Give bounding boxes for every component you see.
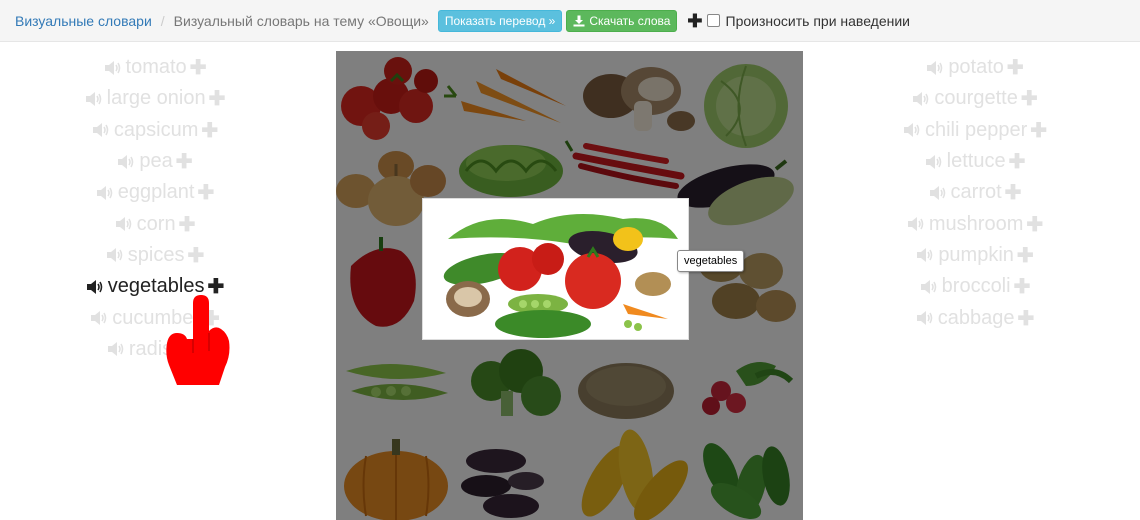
word-item[interactable]: pea ✚ [0,146,310,177]
word-label[interactable]: spices [128,244,185,267]
add-word-plus-icon[interactable]: ✚ [1007,55,1024,80]
add-word-plus-icon[interactable]: ✚ [1014,274,1031,299]
word-item[interactable]: broccoli ✚ [825,271,1125,302]
word-item[interactable]: corn ✚ [0,208,310,239]
add-all-plus-icon[interactable]: ✚ [687,12,702,30]
speaker-icon[interactable] [916,247,934,263]
word-label[interactable]: potato [948,56,1004,79]
word-item[interactable]: potato ✚ [825,52,1125,83]
speaker-icon[interactable] [117,154,135,170]
breadcrumb-root-link[interactable]: Визуальные словари [15,13,152,29]
speaker-icon[interactable] [104,60,122,76]
add-word-plus-icon[interactable]: ✚ [1026,212,1043,237]
word-label[interactable]: large onion [107,87,206,110]
add-word-plus-icon[interactable]: ✚ [1017,243,1034,268]
speaker-icon[interactable] [96,185,114,201]
vegetables-mix-illustration [443,214,678,338]
add-word-plus-icon[interactable]: ✚ [197,180,214,205]
word-label[interactable]: courgette [934,87,1017,110]
speaker-icon[interactable] [912,91,930,107]
word-tooltip: vegetables [677,250,745,272]
add-word-plus-icon[interactable]: ✚ [1005,180,1022,205]
download-words-button[interactable]: Скачать слова [566,9,678,32]
add-word-plus-icon[interactable]: ✚ [1030,118,1047,143]
breadcrumb-bar: Визуальные словари / Визуальный словарь … [0,0,1140,42]
word-item[interactable]: chili pepper ✚ [825,115,1125,146]
speaker-icon[interactable] [90,310,108,326]
download-icon [573,15,585,26]
breadcrumb-current: Визуальный словарь на тему «Овощи» [173,12,429,29]
word-label[interactable]: pumpkin [938,244,1014,267]
word-label[interactable]: cabbage [938,307,1015,330]
speaker-icon[interactable] [916,310,934,326]
word-item[interactable]: mushroom ✚ [825,208,1125,239]
pointing-hand-icon [166,295,230,385]
breadcrumb-separator: / [160,12,165,29]
add-word-plus-icon[interactable]: ✚ [179,212,196,237]
speaker-icon[interactable] [929,185,947,201]
word-label[interactable]: corn [137,213,176,236]
word-label[interactable]: tomato [126,56,187,79]
speaker-icon[interactable] [92,122,110,138]
word-item[interactable]: carrot ✚ [825,177,1125,208]
add-word-plus-icon[interactable]: ✚ [1009,149,1026,174]
word-item[interactable]: spices ✚ [0,240,310,271]
word-list-right: potato ✚ courgette ✚ chili pepper ✚ lettuce ✚ ca… [825,52,1125,334]
word-label[interactable]: chili pepper [925,119,1027,142]
word-item[interactable]: vegetables ✚ [0,271,310,302]
add-word-plus-icon[interactable]: ✚ [187,243,204,268]
word-item[interactable]: capsicum ✚ [0,115,310,146]
word-item[interactable]: eggplant ✚ [0,177,310,208]
speaker-icon[interactable] [926,60,944,76]
word-item[interactable]: cucumber ✚ [0,302,310,333]
pronounce-on-hover-checkbox[interactable] [706,14,720,27]
add-word-plus-icon[interactable]: ✚ [209,86,226,111]
speaker-icon[interactable] [107,341,125,357]
speaker-icon[interactable] [903,122,921,138]
word-item[interactable]: courgette ✚ [825,83,1125,114]
show-translation-button[interactable]: Показать перевод » [437,9,563,32]
add-word-plus-icon[interactable]: ✚ [176,149,193,174]
add-word-plus-icon[interactable]: ✚ [1021,86,1038,111]
word-item[interactable]: lettuce ✚ [825,146,1125,177]
word-label[interactable]: pea [139,150,172,173]
word-label[interactable]: carrot [951,181,1002,204]
word-label[interactable]: eggplant [118,181,195,204]
pronounce-on-hover-label: Произносить при наведении [725,12,911,29]
word-item[interactable]: radish✚ [0,334,310,365]
speaker-icon[interactable] [85,91,103,107]
word-label[interactable]: capsicum [114,119,198,142]
word-item[interactable]: pumpkin ✚ [825,240,1125,271]
word-item[interactable]: large onion ✚ [0,83,310,114]
word-label[interactable]: mushroom [929,213,1023,236]
speaker-icon[interactable] [925,154,943,170]
vegetables-preview-popup [422,198,689,340]
word-list-left: tomato ✚ large onion ✚ capsicum ✚ pea ✚ eggplant… [0,52,310,365]
download-words-label: Скачать слова [589,13,671,28]
word-label[interactable]: lettuce [947,150,1006,173]
word-item[interactable]: tomato ✚ [0,52,310,83]
add-word-plus-icon[interactable]: ✚ [1017,306,1034,331]
add-word-plus-icon[interactable]: ✚ [201,118,218,143]
speaker-icon[interactable] [115,216,133,232]
word-item[interactable]: cabbage ✚ [825,302,1125,333]
speaker-icon[interactable] [86,279,104,295]
speaker-icon[interactable] [907,216,925,232]
speaker-icon[interactable] [106,247,124,263]
add-word-plus-icon[interactable]: ✚ [190,55,207,80]
word-label[interactable]: broccoli [942,275,1011,298]
speaker-icon[interactable] [920,279,938,295]
